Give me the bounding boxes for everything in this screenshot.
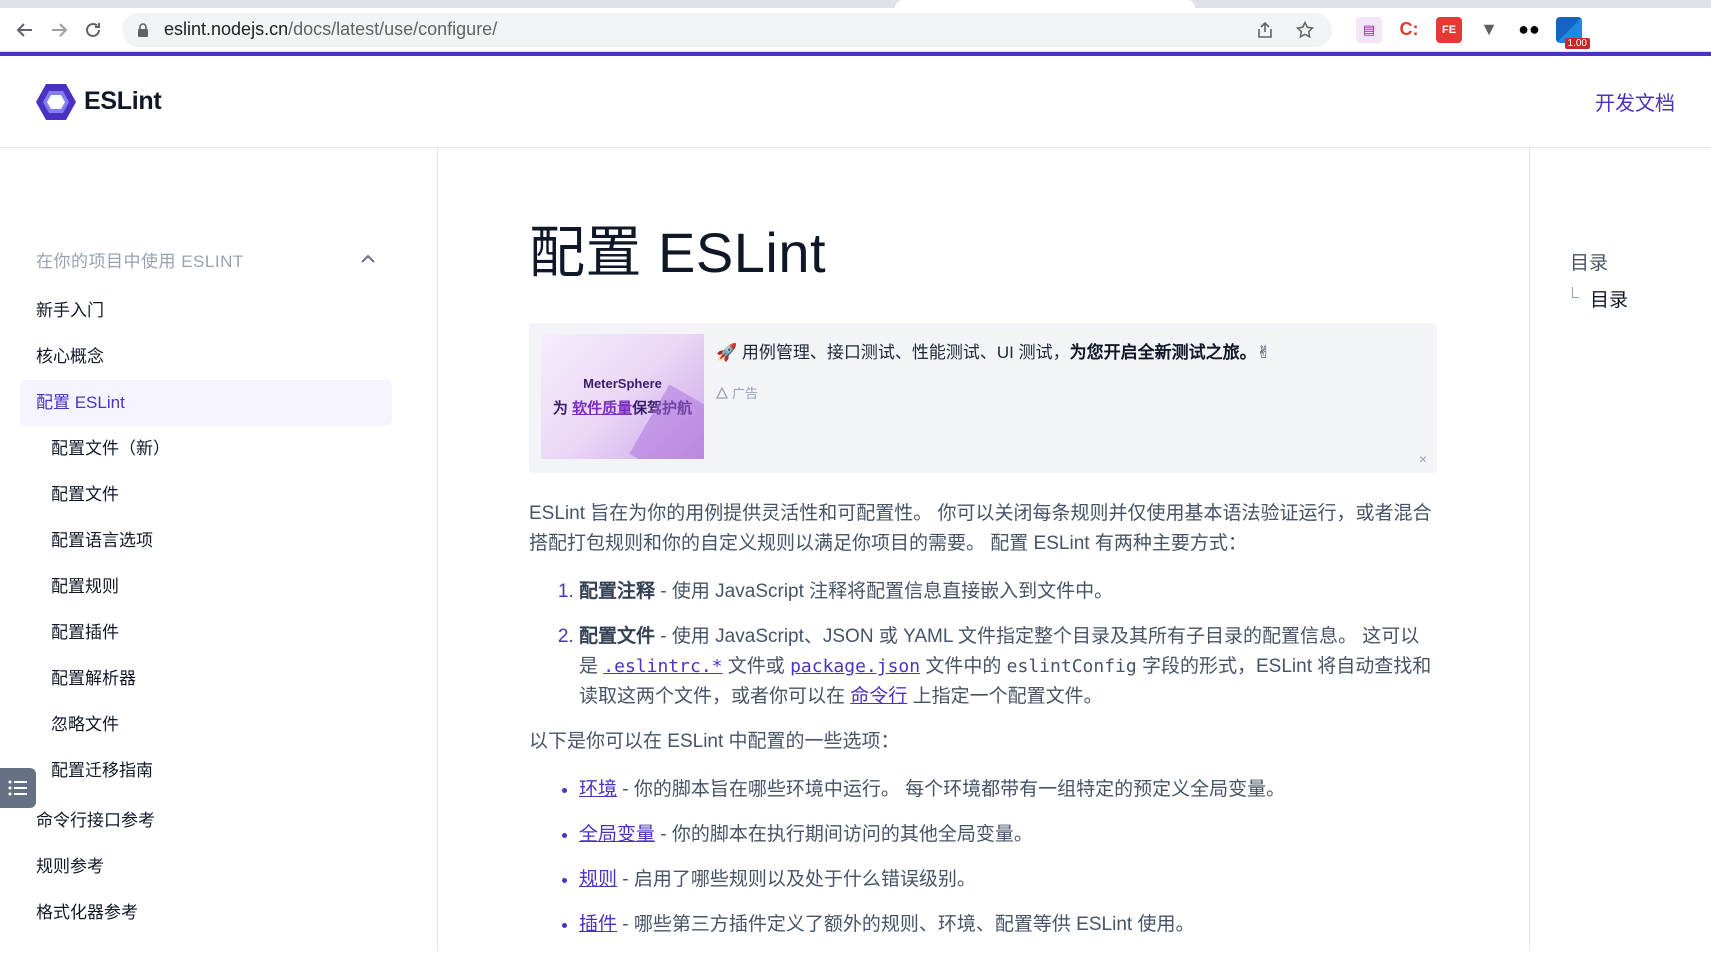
sidebar-item-core-concepts[interactable]: 核心概念	[20, 334, 392, 380]
intro-paragraph: ESLint 旨在为你的用例提供灵活性和可配置性。 你可以关闭每条规则并仅使用基…	[529, 503, 1432, 554]
lock-icon[interactable]	[136, 22, 150, 37]
ad-image[interactable]: MeterSphere 为 软件质量保驾护航	[541, 334, 704, 459]
chevron-up-icon[interactable]	[360, 254, 376, 264]
csdn-extension-icon[interactable]: C:	[1396, 17, 1422, 43]
toc-title: 目录	[1570, 253, 1609, 274]
sidebar-item-migration-guide[interactable]: 配置迁移指南	[20, 748, 392, 794]
fe-extension-icon[interactable]: FE	[1436, 16, 1462, 43]
vue-extension-icon[interactable]: ▼	[1476, 17, 1502, 43]
environments-link[interactable]: 环境	[579, 779, 617, 800]
cli-link[interactable]: 命令行	[850, 686, 907, 707]
sidebar-section-title: 在你的项目中使用 ESLINT	[36, 251, 244, 271]
share-icon[interactable]	[1252, 17, 1278, 43]
sidebar-item-formatters-reference[interactable]: 格式化器参考	[20, 890, 392, 936]
logo-text: ESLint	[84, 87, 162, 115]
arrow-right-icon	[52, 22, 68, 37]
page-layout: 在你的项目中使用 ESLINT 新手入门 核心概念 配置 ESLint 配置文件…	[0, 148, 1711, 950]
sidebar-item-ignore-files[interactable]: 忽略文件	[20, 702, 392, 748]
ad-text[interactable]: 🚀 用例管理、接口测试、性能测试、UI 测试，为您开启全新测试之旅。✌ 广告	[704, 334, 1271, 462]
sidebar-item-plugins[interactable]: 配置插件	[20, 610, 392, 656]
eslint-logo-icon	[36, 83, 76, 120]
active-tab[interactable]	[895, 0, 1195, 8]
reload-icon	[86, 22, 100, 37]
options-list: 环境 - 你的脚本旨在哪些环境中运行。 每个环境都带有一组特定的预定义全局变量。…	[529, 775, 1437, 940]
site-logo[interactable]: ESLint	[36, 83, 162, 121]
sidebar-item-getting-started[interactable]: 新手入门	[20, 288, 392, 334]
ad-banner[interactable]: MeterSphere 为 软件质量保驾护航 🚀 用例管理、接口测试、性能测试、…	[529, 323, 1437, 473]
forward-button[interactable]	[42, 13, 76, 47]
config-methods-list: 配置注释 - 使用 JavaScript 注释将配置信息直接嵌入到文件中。 配置…	[529, 577, 1437, 712]
tab-strip	[0, 0, 1711, 8]
bookmark-star-icon[interactable]	[1292, 17, 1318, 43]
list-item: 插件 - 哪些第三方插件定义了额外的规则、环境、配置等供 ESLint 使用。	[579, 910, 1437, 940]
ad-logo-icon	[716, 386, 728, 399]
sidebar-item-rules-reference[interactable]: 规则参考	[20, 844, 392, 890]
eslint-config-code: eslintConfig	[1006, 656, 1137, 677]
sidebar-item-config-files-new[interactable]: 配置文件（新）	[20, 426, 392, 472]
rules-link[interactable]: 规则	[579, 869, 617, 890]
table-of-contents: 目录 目录	[1530, 148, 1711, 950]
sidebar-item-language-options[interactable]: 配置语言选项	[20, 518, 392, 564]
extension-badge: 1.00	[1564, 37, 1590, 49]
back-button[interactable]	[8, 13, 42, 47]
package-json-link[interactable]: package.json	[790, 656, 920, 677]
options-intro: 以下是你可以在 ESLint 中配置的一些选项：	[529, 731, 900, 752]
page-title: 配置 ESLint	[529, 221, 827, 284]
sidebar-item-cli-reference[interactable]: 命令行接口参考	[20, 798, 392, 844]
sidebar-item-configure[interactable]: 配置 ESLint	[20, 380, 392, 426]
address-bar[interactable]: eslint.nodejs.cn/docs/latest/use/configu…	[122, 12, 1332, 47]
list-item: 配置文件 - 使用 JavaScript、JSON 或 YAML 文件指定整个目…	[579, 622, 1437, 712]
sidebar-section-header[interactable]: 在你的项目中使用 ESLINT	[20, 244, 392, 274]
sidebar: 在你的项目中使用 ESLINT 新手入门 核心概念 配置 ESLint 配置文件…	[0, 148, 438, 950]
main-content: 配置 ESLint MeterSphere 为 软件质量保驾护航 🚀 用例管理、…	[438, 148, 1530, 950]
globals-link[interactable]: 全局变量	[579, 824, 655, 845]
list-icon	[8, 780, 27, 796]
plugins-link[interactable]: 插件	[579, 914, 617, 935]
arrow-left-icon	[16, 22, 32, 37]
sidebar-item-parser[interactable]: 配置解析器	[20, 656, 392, 702]
ad-close-button[interactable]: ×	[1419, 451, 1427, 467]
list-item: 环境 - 你的脚本旨在哪些环境中运行。 每个环境都带有一组特定的预定义全局变量。	[579, 775, 1437, 805]
dev-docs-link[interactable]: 开发文档	[1595, 87, 1675, 116]
sidebar-item-config-files[interactable]: 配置文件	[20, 472, 392, 518]
ad-label: 广告	[716, 383, 1271, 402]
eslintrc-link[interactable]: .eslintrc.*	[603, 656, 722, 677]
speed-extension-icon[interactable]: 1.00	[1556, 16, 1590, 49]
browser-toolbar: eslint.nodejs.cn/docs/latest/use/configu…	[0, 8, 1711, 52]
site-header: ESLint 开发文档	[0, 56, 1711, 148]
mask-extension-icon[interactable]: ●●	[1516, 17, 1542, 43]
reader-extension-icon[interactable]: ▤	[1356, 16, 1382, 43]
reload-button[interactable]	[76, 13, 110, 47]
ad-headline[interactable]: 🚀 用例管理、接口测试、性能测试、UI 测试，为您开启全新测试之旅。✌	[716, 338, 1271, 363]
list-item: 规则 - 启用了哪些规则以及处于什么错误级别。	[579, 865, 1437, 895]
url-text[interactable]: eslint.nodejs.cn/docs/latest/use/configu…	[164, 19, 497, 40]
ad-brand: MeterSphere	[583, 375, 662, 391]
extensions-bar: ▤ C: FE ▼ ●● 1.00	[1356, 16, 1590, 49]
list-item: 配置注释 - 使用 JavaScript 注释将配置信息直接嵌入到文件中。	[579, 577, 1437, 607]
sidebar-item-rules[interactable]: 配置规则	[20, 564, 392, 610]
toc-toggle-button[interactable]	[0, 768, 36, 808]
list-item: 全局变量 - 你的脚本在执行期间访问的其他全局变量。	[579, 820, 1437, 850]
toc-item[interactable]: 目录	[1570, 285, 1711, 312]
